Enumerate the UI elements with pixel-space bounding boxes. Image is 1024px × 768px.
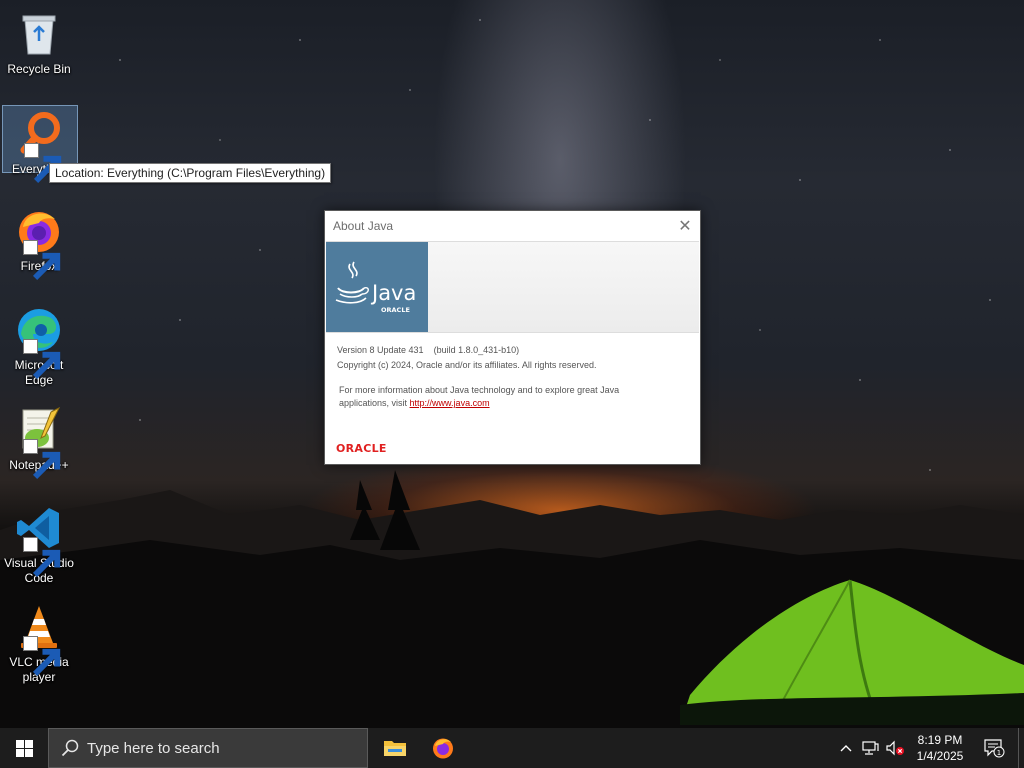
desktop-icon-notepadpp[interactable]: Notepad++ bbox=[2, 402, 76, 480]
shortcut-arrow-icon bbox=[23, 439, 61, 480]
java-logo: Java ORACLE bbox=[326, 242, 428, 332]
notification-count: 1 bbox=[997, 749, 1001, 757]
about-java-dialog: About Java ✕ Java ORACLE Version 8 Updat… bbox=[324, 210, 701, 465]
taskbar-firefox[interactable] bbox=[419, 728, 467, 768]
network-icon bbox=[862, 741, 879, 755]
taskbar: Type here to search 8:19 PM 1/4/2025 1 bbox=[0, 728, 1024, 768]
notification-icon: 1 bbox=[984, 739, 1005, 758]
version-text: Version 8 Update 431 (build 1.8.0_431-b1… bbox=[337, 345, 520, 355]
file-explorer-icon bbox=[384, 741, 406, 756]
shortcut-arrow-icon bbox=[23, 636, 61, 677]
clock-date: 1/4/2025 bbox=[916, 749, 964, 763]
search-placeholder: Type here to search bbox=[87, 739, 220, 757]
close-icon: ✕ bbox=[678, 218, 692, 235]
network-button[interactable] bbox=[858, 728, 882, 768]
taskbar-clock[interactable]: 8:19 PM 1/4/2025 bbox=[906, 728, 974, 768]
dialog-body: Version 8 Update 431 (build 1.8.0_431-b1… bbox=[325, 333, 700, 410]
java-steam-icon bbox=[348, 261, 358, 279]
show-desktop-button[interactable] bbox=[1018, 728, 1024, 768]
notepadpp-icon bbox=[15, 406, 63, 480]
info-line-1: For more information about Java technolo… bbox=[339, 385, 620, 395]
desktop-icon-vlc[interactable]: VLC media player bbox=[2, 599, 76, 685]
start-button[interactable] bbox=[0, 728, 48, 768]
clock-time: 8:19 PM bbox=[917, 733, 963, 747]
windows-logo-icon bbox=[15, 739, 33, 757]
desktop-icon-firefox[interactable]: Firefox bbox=[2, 203, 76, 281]
info-line-2: applications, visit http://www.java.com bbox=[339, 397, 688, 410]
info-text: For more information about Java technolo… bbox=[337, 384, 688, 410]
wallpaper-tent bbox=[680, 579, 1024, 725]
info-line-2-prefix: applications, visit bbox=[339, 398, 410, 408]
taskbar-search-box[interactable]: Type here to search bbox=[48, 728, 368, 768]
java-logo-text: Java bbox=[370, 281, 416, 305]
desktop-icon-vscode[interactable]: Visual Studio Code bbox=[2, 500, 76, 586]
close-button[interactable]: ✕ bbox=[670, 211, 700, 241]
firefox-icon bbox=[15, 207, 63, 281]
firefox-icon bbox=[433, 738, 453, 759]
desktop: Recycle Bin Everythi Firefox Microsoft E… bbox=[0, 0, 1024, 728]
shortcut-arrow-icon bbox=[23, 339, 61, 380]
desktop-icon-label: Recycle Bin bbox=[7, 62, 71, 76]
java-banner: Java ORACLE bbox=[326, 241, 699, 333]
shortcut-arrow-icon bbox=[23, 240, 61, 281]
chevron-up-icon bbox=[840, 745, 852, 752]
java-logo-oracle-text: ORACLE bbox=[381, 306, 410, 314]
dialog-titlebar[interactable]: About Java ✕ bbox=[325, 211, 700, 241]
desktop-icon-recycle-bin[interactable]: Recycle Bin bbox=[2, 6, 76, 77]
show-hidden-icons-button[interactable] bbox=[836, 728, 856, 768]
shortcut-arrow-icon bbox=[24, 143, 62, 184]
vscode-icon bbox=[15, 504, 63, 578]
volume-button[interactable] bbox=[883, 728, 907, 768]
dialog-title: About Java bbox=[333, 219, 394, 233]
volume-muted-icon bbox=[886, 740, 904, 756]
recycle-bin-icon bbox=[15, 10, 63, 58]
vlc-icon bbox=[15, 603, 63, 677]
everything-location-tooltip: Location: Everything (C:\Program Files\E… bbox=[49, 163, 332, 183]
search-icon bbox=[61, 739, 79, 757]
desktop-icon-edge[interactable]: Microsoft Edge bbox=[2, 302, 76, 388]
action-center-button[interactable]: 1 bbox=[978, 728, 1010, 768]
everything-search-icon bbox=[16, 110, 64, 184]
shortcut-arrow-icon bbox=[23, 537, 61, 578]
copyright-text: Copyright (c) 2024, Oracle and/or its af… bbox=[337, 360, 597, 370]
oracle-logo: ORACLE bbox=[336, 442, 387, 455]
taskbar-file-explorer[interactable] bbox=[371, 728, 419, 768]
edge-icon bbox=[15, 306, 63, 380]
java-website-link[interactable]: http://www.java.com bbox=[410, 398, 490, 408]
